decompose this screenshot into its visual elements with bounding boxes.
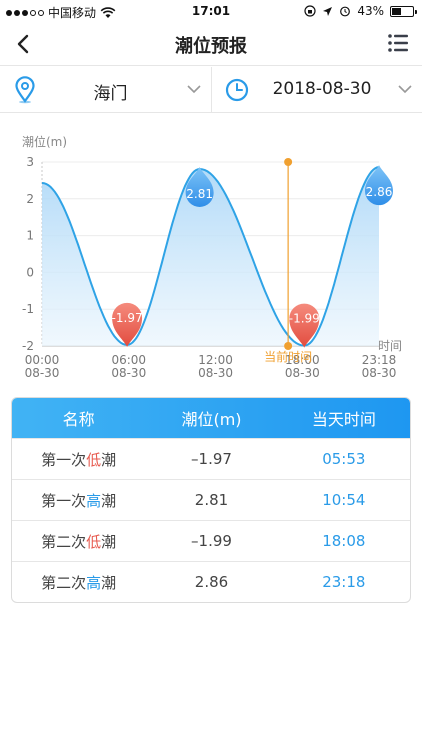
tide-level: –1.99 bbox=[191, 532, 232, 550]
chevron-down-icon bbox=[398, 85, 412, 94]
x-tick-date: 08-30 bbox=[25, 366, 60, 380]
tide-level: –1.97 bbox=[191, 450, 232, 468]
status-right-group: 43% bbox=[304, 4, 417, 18]
location-value: 海门 bbox=[93, 84, 128, 104]
y-tick-label: 2 bbox=[26, 192, 34, 206]
tide-name-prefix: 第一次 bbox=[41, 491, 87, 510]
list-menu-icon[interactable] bbox=[386, 31, 410, 55]
alarm-icon bbox=[340, 6, 351, 17]
y-tick-label: 1 bbox=[26, 229, 34, 243]
low-tide-value: -1.97 bbox=[112, 311, 143, 325]
navigation-bar: 潮位预报 bbox=[0, 22, 422, 66]
tide-name-suffix: 潮 bbox=[101, 532, 117, 551]
tide-name-prefix: 第一次 bbox=[41, 450, 87, 469]
page-title: 潮位预报 bbox=[175, 36, 247, 57]
date-selector[interactable]: 2018-08-30 bbox=[211, 67, 422, 113]
tide-time: 05:53 bbox=[322, 450, 366, 468]
tide-chart-svg: 潮位(m)3210-1-2 时间00:0008-3006:0008-3012:00… bbox=[22, 134, 402, 380]
x-tick-time: 12:00 bbox=[198, 353, 233, 367]
x-tick-date: 08-30 bbox=[285, 366, 320, 380]
tide-name: 第一次高潮 bbox=[12, 480, 145, 520]
high-tide-value: 2.86 bbox=[366, 185, 393, 199]
y-tick-label: -1 bbox=[22, 302, 34, 316]
tide-name: 第一次低潮 bbox=[12, 439, 145, 479]
table-header: 名称 潮位(m) 当天时间 bbox=[12, 398, 410, 438]
header-time: 当天时间 bbox=[311, 410, 376, 429]
x-tick-date: 08-30 bbox=[111, 366, 146, 380]
tide-chart: 潮位(m) 3 2 1 0 -1 -2 时间 00:00 08-30 06:00 08-30 12:00… bbox=[0, 113, 422, 385]
current-time-handle-bottom bbox=[284, 342, 293, 350]
tide-name-prefix: 第二次 bbox=[41, 573, 87, 592]
table-row: 第二次低潮 –1.99 18:08 bbox=[12, 520, 410, 561]
tide-name: 第二次低潮 bbox=[12, 521, 145, 561]
tide-kind-low: 低 bbox=[86, 532, 102, 551]
tide-kind-high: 高 bbox=[86, 491, 102, 510]
current-time-label: 当前时间 bbox=[264, 349, 312, 364]
low-tide-value: -1.99 bbox=[289, 312, 320, 326]
header-name: 名称 bbox=[62, 410, 95, 429]
x-tick-date: 08-30 bbox=[362, 366, 397, 380]
orientation-lock-icon bbox=[304, 5, 316, 17]
tide-level: 2.86 bbox=[194, 573, 229, 591]
tide-kind-low: 低 bbox=[86, 450, 102, 469]
y-tick-label: 0 bbox=[26, 265, 34, 279]
x-tick-time: 23:18 bbox=[362, 353, 397, 367]
tide-name-suffix: 潮 bbox=[101, 573, 117, 592]
header-level: 潮位(m) bbox=[181, 410, 242, 429]
battery-percent: 43% bbox=[357, 4, 384, 18]
y-tick-label: -2 bbox=[22, 339, 34, 353]
x-tick-time: 00:00 bbox=[25, 353, 60, 367]
x-tick-date: 08-30 bbox=[198, 366, 233, 380]
tide-time: 23:18 bbox=[322, 573, 366, 591]
battery-icon bbox=[390, 5, 417, 17]
x-tick-time: 06:00 bbox=[111, 353, 146, 367]
map-pin-icon bbox=[15, 76, 35, 104]
tide-name: 第二次高潮 bbox=[12, 562, 145, 602]
status-bar: 中国移动 17:01 43% bbox=[0, 0, 422, 22]
tide-level: 2.81 bbox=[194, 491, 229, 509]
tide-time: 10:54 bbox=[322, 491, 366, 509]
location-selector[interactable]: 海门 bbox=[0, 67, 211, 113]
location-arrow-icon bbox=[323, 6, 333, 16]
current-time-handle-top bbox=[284, 158, 293, 166]
x-axis-label: 时间 bbox=[378, 339, 402, 353]
tide-name-suffix: 潮 bbox=[101, 491, 117, 510]
tide-table: 名称 潮位(m) 当天时间 第一次低潮 –1.97 05:53 第一次高潮 2.… bbox=[11, 397, 411, 603]
tide-time: 18:08 bbox=[322, 532, 366, 550]
tide-kind-high: 高 bbox=[86, 573, 102, 592]
table-row: 第一次高潮 2.81 10:54 bbox=[12, 479, 410, 520]
filter-bar: 海门 2018-08-30 bbox=[0, 67, 422, 113]
clock-icon bbox=[225, 78, 249, 102]
tide-name-suffix: 潮 bbox=[101, 450, 117, 469]
y-tick-label: 3 bbox=[26, 155, 34, 169]
date-value: 2018-08-30 bbox=[272, 79, 372, 99]
chevron-down-icon bbox=[187, 85, 201, 94]
y-axis-label: 潮位(m) bbox=[22, 134, 67, 149]
high-tide-value: 2.81 bbox=[186, 187, 213, 201]
table-row: 第一次低潮 –1.97 05:53 bbox=[12, 438, 410, 479]
battery-level bbox=[392, 7, 401, 15]
tide-name-prefix: 第二次 bbox=[41, 532, 87, 551]
table-row: 第二次高潮 2.86 23:18 bbox=[12, 561, 410, 602]
